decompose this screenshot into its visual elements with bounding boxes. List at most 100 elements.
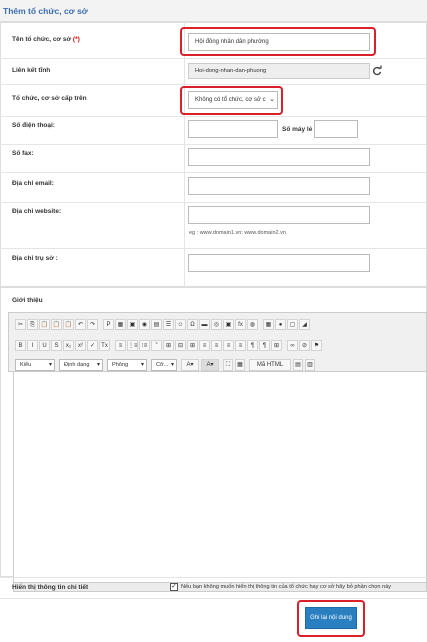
- toolbar-button-icon[interactable]: 📋: [51, 319, 62, 330]
- parent-select[interactable]: Không có tổ chức, cơ sở c ⌄: [188, 91, 278, 109]
- font-combo[interactable]: Phông: [107, 359, 147, 371]
- toolbar-button-icon[interactable]: ◎: [211, 319, 222, 330]
- toolbar-button-icon[interactable]: Tx: [99, 340, 110, 351]
- toolbar-button-icon[interactable]: ⚑: [311, 340, 322, 351]
- preview-icon[interactable]: ▤: [293, 359, 303, 371]
- source-html-button[interactable]: Mã HTML: [249, 359, 291, 371]
- row-divider: [0, 58, 427, 59]
- row-divider: [0, 577, 427, 578]
- toolbar-button-icon[interactable]: ▦: [115, 319, 126, 330]
- show-detail-text: Nếu bạn không muốn hiển thị thông tin củ…: [181, 584, 392, 590]
- row-divider: [0, 172, 427, 173]
- toolbar-button-icon[interactable]: ◉: [139, 319, 150, 330]
- toolbar-button-icon[interactable]: ⊟: [175, 340, 186, 351]
- phone-label: Số điện thoại:: [12, 122, 55, 129]
- show-detail-label: Hiển thị thông tin chi tiết: [12, 584, 89, 591]
- row-divider: [0, 598, 427, 599]
- toolbar-button-icon[interactable]: ◍: [247, 319, 258, 330]
- toolbar-button-icon[interactable]: ≡: [235, 340, 246, 351]
- toolbar-button-icon[interactable]: ▤: [151, 319, 162, 330]
- email-input[interactable]: [188, 177, 370, 195]
- toolbar-button-icon[interactable]: S: [51, 340, 62, 351]
- rich-text-editor[interactable]: [13, 372, 427, 582]
- fax-input[interactable]: [188, 148, 370, 166]
- format-combo[interactable]: Định dạng: [59, 359, 103, 371]
- fax-label: Số fax:: [12, 150, 34, 157]
- toolbar-button-icon[interactable]: I: [27, 340, 38, 351]
- toolbar-button-icon[interactable]: ☰: [163, 319, 174, 330]
- size-combo[interactable]: Cỡ...: [151, 359, 177, 371]
- chevron-down-icon: ⌄: [269, 96, 275, 103]
- address-input[interactable]: [188, 254, 370, 272]
- name-input[interactable]: Hội đồng nhân dân phường: [188, 33, 370, 51]
- toolbar-button-icon[interactable]: ¶: [259, 340, 270, 351]
- fullscreen-icon[interactable]: ⛶: [223, 359, 233, 371]
- toolbar-button-icon[interactable]: ≡: [199, 340, 210, 351]
- show-detail-checkbox[interactable]: ✓: [170, 583, 178, 591]
- website-input[interactable]: [188, 206, 370, 224]
- toolbar-button-icon[interactable]: ⊞: [271, 340, 282, 351]
- toolbar-button-icon[interactable]: B: [15, 340, 26, 351]
- style-combo[interactable]: Kiểu: [15, 359, 55, 371]
- toolbar-button-icon[interactable]: ≡: [211, 340, 222, 351]
- toolbar-button-icon[interactable]: ✂: [15, 319, 26, 330]
- website-label: Địa chỉ website:: [12, 208, 62, 215]
- static-link-input[interactable]: Hoi-dong-nhan-dan-phuong: [188, 63, 370, 79]
- row-divider: [0, 116, 427, 117]
- toolbar-button-icon[interactable]: ≡: [115, 340, 126, 351]
- toolbar-button-icon[interactable]: ¶: [247, 340, 258, 351]
- toolbar-button-icon[interactable]: P: [103, 319, 114, 330]
- toolbar-button-icon[interactable]: ”: [151, 340, 162, 351]
- row-divider: [0, 248, 427, 249]
- save-button[interactable]: Ghi lại nội dung: [305, 607, 357, 629]
- toolbar-button-icon[interactable]: ✓: [87, 340, 98, 351]
- toolbar-button-icon[interactable]: ≡: [223, 340, 234, 351]
- toolbar-button-icon[interactable]: ●: [275, 319, 286, 330]
- row-divider: [0, 202, 427, 203]
- toolbar-button-icon[interactable]: ⎘: [27, 319, 38, 330]
- toolbar-button-icon[interactable]: Ω: [187, 319, 198, 330]
- toolbar-button-icon[interactable]: ▦: [263, 319, 274, 330]
- toolbar-button-icon[interactable]: ⁝≡: [139, 340, 150, 351]
- blocks-icon[interactable]: ▦: [235, 359, 245, 371]
- email-label: Địa chỉ email:: [12, 180, 54, 187]
- toolbar-button-icon[interactable]: ☺: [175, 319, 186, 330]
- toolbar-button-icon[interactable]: x₂: [63, 340, 74, 351]
- toolbar-button-icon[interactable]: U: [39, 340, 50, 351]
- intro-label: Giới thiệu: [12, 297, 43, 304]
- website-hint: eg : www.domain1.vn; www.domain2.vn: [189, 230, 286, 236]
- page-header: Thêm tổ chức, cơ sở: [0, 0, 427, 22]
- page-title: Thêm tổ chức, cơ sở: [3, 6, 88, 16]
- toolbar-button-icon[interactable]: ↶: [75, 319, 86, 330]
- toolbar-button-icon[interactable]: ⋮≡: [127, 340, 138, 351]
- toolbar-button-icon[interactable]: 📋: [39, 319, 50, 330]
- template-icon[interactable]: ▥: [305, 359, 315, 371]
- toolbar-button-icon[interactable]: 📋: [63, 319, 74, 330]
- toolbar-button-icon[interactable]: ▣: [127, 319, 138, 330]
- row-divider: [0, 144, 427, 145]
- toolbar-button-icon[interactable]: ▢: [287, 319, 298, 330]
- toolbar-button-icon[interactable]: ⊘: [299, 340, 310, 351]
- address-label: Địa chỉ trụ sở :: [12, 255, 58, 262]
- extension-input[interactable]: [314, 120, 358, 138]
- toolbar-button-icon[interactable]: ⊞: [163, 340, 174, 351]
- phone-input[interactable]: [188, 120, 278, 138]
- refresh-icon[interactable]: [372, 65, 382, 77]
- toolbar-button-icon[interactable]: x²: [75, 340, 86, 351]
- toolbar-button-icon[interactable]: ▣: [223, 319, 234, 330]
- extension-label: Số máy lẻ :: [282, 126, 317, 133]
- row-divider: [0, 84, 427, 85]
- toolbar-button-icon[interactable]: ↷: [87, 319, 98, 330]
- bg-color-button[interactable]: A▾: [201, 359, 219, 371]
- parent-label: Tổ chức, cơ sở cấp trên: [12, 95, 87, 102]
- required-mark: (*): [72, 36, 80, 43]
- toolbar-button-icon[interactable]: ∞: [287, 340, 298, 351]
- editor-toolbar: ✂ ⎘ 📋 📋 📋 ↶ ↷ P ▦ ▣ ◉ ▤ ☰ ☺ Ω ▬ ◎ ▣ fx ◍ ▦ ● ▢ ◢ B I U Sx₂ x² ✓ Tx ≡ ⋮≡…: [8, 312, 427, 372]
- name-label: Tên tổ chức, cơ sở (*): [12, 36, 80, 43]
- text-color-button[interactable]: A▾: [181, 359, 199, 371]
- link-label: Liên kết tĩnh: [12, 67, 51, 74]
- toolbar-button-icon[interactable]: ⊞: [187, 340, 198, 351]
- toolbar-button-icon[interactable]: ▬: [199, 319, 210, 330]
- toolbar-button-icon[interactable]: ◢: [299, 319, 310, 330]
- toolbar-button-icon[interactable]: fx: [235, 319, 246, 330]
